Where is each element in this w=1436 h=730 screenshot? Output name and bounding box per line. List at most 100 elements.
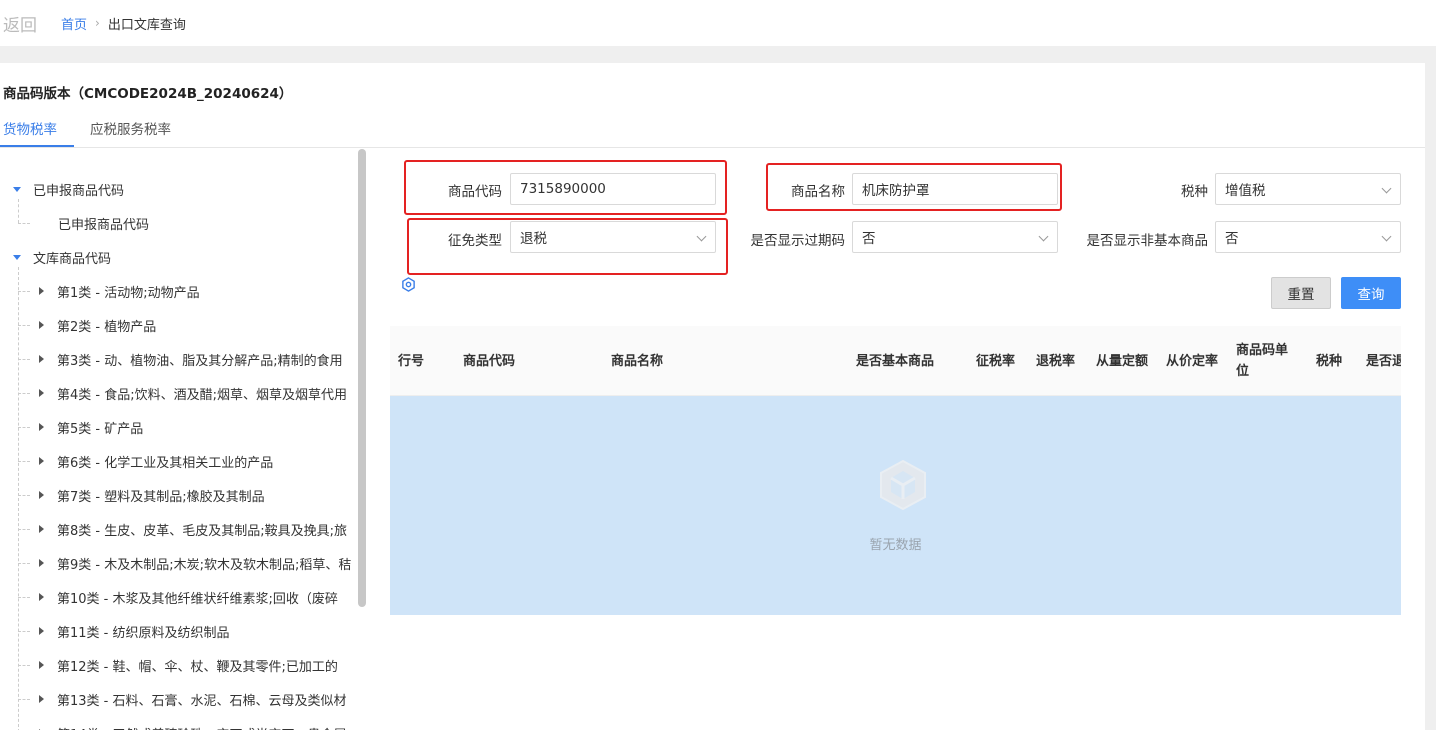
- caret-right-icon[interactable]: [39, 355, 44, 363]
- caret-right-icon[interactable]: [39, 695, 44, 703]
- tree-guide: [18, 631, 30, 632]
- tree-node-label: 第7类 - 塑料及其制品;橡胶及其制品: [57, 489, 265, 505]
- tree-node-label: 文库商品代码: [33, 251, 112, 267]
- column-header: 从量定额: [1096, 353, 1149, 369]
- category-tree: 已申报商品代码 已申报商品代码 文库商品代码 第1类 - 活动物;动物产品第2类…: [0, 149, 368, 730]
- empty-text: 暂无数据: [869, 538, 922, 553]
- tax-type-label: 税种: [1181, 184, 1208, 200]
- tab-service-tax-rate[interactable]: 应税服务税率: [90, 118, 171, 138]
- query-button[interactable]: 查询: [1341, 277, 1401, 309]
- tree-node-category[interactable]: 第8类 - 生皮、皮革、毛皮及其制品;鞍具及挽具;旅: [39, 512, 347, 546]
- tree-node-category[interactable]: 第12类 - 鞋、帽、伞、杖、鞭及其零件;已加工的: [39, 648, 338, 682]
- tree-guide: [18, 393, 30, 394]
- caret-right-icon[interactable]: [39, 423, 44, 431]
- column-header: 商品代码: [463, 353, 516, 369]
- caret-down-icon[interactable]: [13, 254, 21, 260]
- chevron-down-icon: [1381, 231, 1392, 242]
- tree-guide: [18, 199, 19, 223]
- expired-value: 否: [862, 231, 876, 247]
- caret-right-icon[interactable]: [39, 389, 44, 397]
- caret-right-icon[interactable]: [39, 627, 44, 635]
- tree-node-label: 第12类 - 鞋、帽、伞、杖、鞭及其零件;已加工的: [57, 659, 338, 675]
- chevron-down-icon: [1038, 231, 1049, 242]
- highlight-box-name: [766, 163, 1062, 211]
- tree-node-category[interactable]: 第7类 - 塑料及其制品;橡胶及其制品: [39, 478, 265, 512]
- tree-guide: [18, 461, 30, 462]
- column-header: 退税率: [1036, 353, 1076, 369]
- column-header: 征税率: [976, 353, 1016, 369]
- back-link[interactable]: 返回: [3, 11, 37, 36]
- tree-guide: [18, 267, 19, 730]
- column-header: 税种: [1316, 353, 1343, 369]
- tree-node-label: 第6类 - 化学工业及其相关工业的产品: [57, 455, 274, 471]
- caret-right-icon[interactable]: [39, 457, 44, 465]
- tree-node-label: 第11类 - 纺织原料及纺织制品: [57, 625, 230, 641]
- tree-node-label: 第14类 - 天然或养殖珍珠、宝石或半宝石、贵金属: [57, 724, 347, 730]
- tree-node-label: 第8类 - 生皮、皮革、毛皮及其制品;鞍具及挽具;旅: [57, 523, 347, 539]
- tree-guide: [18, 529, 30, 530]
- active-tab-indicator: [0, 145, 74, 147]
- nonbasic-value: 否: [1225, 231, 1239, 247]
- tree-node-category[interactable]: 第10类 - 木浆及其他纤维状纤维素浆;回收（废碎: [39, 580, 338, 614]
- chevron-down-icon: [1381, 183, 1392, 194]
- tree-node-category[interactable]: 第13类 - 石料、石膏、水泥、石棉、云母及类似材: [39, 682, 347, 716]
- column-header: 是否退: [1366, 353, 1401, 369]
- page-right-edge: [1425, 63, 1436, 730]
- highlight-box-code: [404, 160, 727, 215]
- caret-right-icon[interactable]: [39, 525, 44, 533]
- column-header: 是否基本商品: [856, 353, 935, 369]
- tree-guide: [18, 427, 30, 428]
- expired-select[interactable]: 否: [852, 221, 1058, 253]
- breadcrumb-separator-icon: ›: [95, 16, 100, 30]
- caret-right-icon[interactable]: [39, 491, 44, 499]
- tree-leaf-declared[interactable]: 已申报商品代码: [58, 206, 149, 240]
- tab-goods-tax-rate[interactable]: 货物税率: [3, 118, 57, 138]
- tree-node-category[interactable]: 第9类 - 木及木制品;木炭;软木及软木制品;稻草、秸: [39, 546, 351, 580]
- tree-node-category[interactable]: 第5类 - 矿产品: [39, 410, 143, 444]
- table-header: 行号 商品代码 商品名称 是否基本商品 征税率 退税率 从量定额 从价定率 商品码单位 税种 是否退: [390, 326, 1401, 396]
- tree-guide: [18, 223, 30, 224]
- tree-node-label: 第3类 - 动、植物油、脂及其分解产品;精制的食用: [57, 353, 343, 369]
- tree-node-category[interactable]: 第3类 - 动、植物油、脂及其分解产品;精制的食用: [39, 342, 343, 376]
- column-header: 从价定率: [1166, 353, 1219, 369]
- table-body: 暂无数据: [390, 396, 1401, 615]
- tree-guide: [18, 563, 30, 564]
- breadcrumb-current: 出口文库查询: [107, 17, 186, 33]
- highlight-box-exempt: [407, 218, 728, 275]
- tree-guide: [18, 495, 30, 496]
- tree-node-category[interactable]: 第1类 - 活动物;动物产品: [39, 274, 200, 308]
- tree-guide: [18, 325, 30, 326]
- tree-node-category[interactable]: 第4类 - 食品;饮料、酒及醋;烟草、烟草及烟草代用: [39, 376, 347, 410]
- nonbasic-label: 是否显示非基本商品: [1086, 233, 1209, 249]
- settings-icon[interactable]: [401, 277, 416, 292]
- tree-node-label: 第4类 - 食品;饮料、酒及醋;烟草、烟草及烟草代用: [57, 387, 347, 403]
- caret-down-icon[interactable]: [13, 186, 21, 192]
- column-header: 行号: [398, 353, 425, 369]
- tree-node-category[interactable]: 第2类 - 植物产品: [39, 308, 156, 342]
- tree-scrollbar[interactable]: [358, 149, 366, 607]
- tree-node-category[interactable]: 第14类 - 天然或养殖珍珠、宝石或半宝石、贵金属: [39, 716, 347, 730]
- tree-guide: [18, 699, 30, 700]
- caret-right-icon[interactable]: [39, 321, 44, 329]
- reset-button[interactable]: 重置: [1271, 277, 1331, 309]
- page-gap: [0, 46, 1436, 63]
- tree-guide: [18, 359, 30, 360]
- breadcrumb-home[interactable]: 首页: [61, 14, 87, 33]
- tree-node-category[interactable]: 第6类 - 化学工业及其相关工业的产品: [39, 444, 273, 478]
- tree-guide: [18, 291, 30, 292]
- tax-type-value: 增值税: [1225, 183, 1266, 199]
- nonbasic-select[interactable]: 否: [1215, 221, 1401, 253]
- tree-guide: [18, 665, 30, 666]
- caret-right-icon[interactable]: [39, 287, 44, 295]
- tree-node-label: 已申报商品代码: [33, 183, 125, 199]
- tree-node-declared[interactable]: 已申报商品代码: [13, 172, 124, 206]
- caret-right-icon[interactable]: [39, 559, 44, 567]
- column-header: 商品码单位: [1236, 343, 1289, 379]
- column-header: 商品名称: [611, 353, 664, 369]
- tree-node-category[interactable]: 第11类 - 纺织原料及纺织制品: [39, 614, 230, 648]
- tree-node-library[interactable]: 文库商品代码: [13, 240, 111, 274]
- caret-right-icon[interactable]: [39, 593, 44, 601]
- tree-node-label: 第2类 - 植物产品: [57, 319, 157, 335]
- tax-type-select[interactable]: 增值税: [1215, 173, 1401, 205]
- caret-right-icon[interactable]: [39, 661, 44, 669]
